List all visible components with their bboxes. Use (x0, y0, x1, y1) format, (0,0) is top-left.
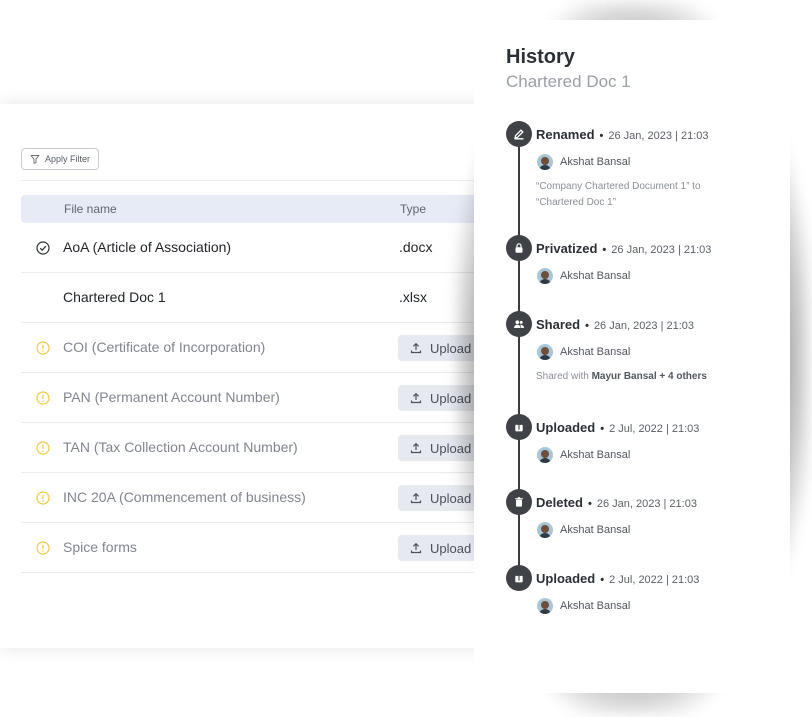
filter-icon (30, 155, 40, 164)
file-name: COI (Certificate of Incorporation) (63, 339, 266, 355)
pencil-icon (506, 121, 532, 147)
event-action: Uploaded (536, 571, 596, 586)
upload-icon (410, 392, 422, 404)
lock-icon (506, 235, 532, 261)
event-action: Renamed (536, 127, 595, 142)
event-user: Akshat Bansal (560, 524, 631, 536)
event-date: 26 Jan, 2023 | 21:03 (593, 320, 695, 332)
event-user: Akshat Bansal (560, 346, 631, 358)
avatar (537, 268, 553, 284)
event-user: Akshat Bansal (560, 449, 631, 461)
event-user: Akshat Bansal (560, 270, 631, 282)
table-row[interactable]: AoA (Article of Association) .docx (21, 223, 490, 273)
warning-icon (36, 341, 50, 355)
upload-icon (410, 442, 422, 454)
file-name[interactable]: Chartered Doc 1 (63, 289, 166, 305)
history-panel: History Chartered Doc 1 Renamed • 26 Jan, … (474, 20, 790, 693)
file-name: Spice forms (63, 539, 137, 555)
table-row[interactable]: TAN (Tax Collection Account Number) Uplo… (21, 423, 490, 473)
table-header: File name Type (21, 195, 490, 223)
event-date: 26 Jan, 2023 | 21:03 (596, 498, 697, 510)
event-note: “Company Chartered Document 1” to “Chart… (536, 181, 701, 208)
event-note-prefix: Shared with (536, 371, 592, 382)
event-action: Shared (536, 317, 581, 332)
event-action: Deleted (536, 495, 583, 510)
file-name: INC 20A (Commencement of business) (63, 489, 306, 505)
table-row[interactable]: INC 20A (Commencement of business) Uploa… (21, 473, 490, 523)
file-name: TAN (Tax Collection Account Number) (63, 439, 298, 455)
upload-icon (410, 542, 422, 554)
upload-icon (506, 565, 532, 591)
upload-icon (410, 492, 422, 504)
table-row[interactable]: Chartered Doc 1 .xlsx (21, 273, 490, 323)
avatar (537, 154, 553, 170)
event-note: Shared with Mayur Bansal + 4 others (536, 369, 736, 385)
event-date: 26 Jan, 2023 | 21:03 (608, 130, 709, 142)
warning-icon (36, 491, 50, 505)
warning-icon (36, 391, 50, 405)
event-note-recipients[interactable]: Mayur Bansal + 4 others (592, 371, 707, 382)
file-type: .docx (399, 239, 433, 255)
file-name[interactable]: AoA (Article of Association) (63, 239, 231, 255)
file-type: .xlsx (399, 289, 427, 305)
timeline-line (518, 136, 520, 584)
table-row[interactable]: Spice forms Upload (21, 523, 490, 573)
apply-filter-button[interactable]: Apply Filter (21, 148, 100, 170)
warning-icon (36, 541, 50, 555)
table-row[interactable]: COI (Certificate of Incorporation) Uploa… (21, 323, 490, 373)
event-action: Uploaded (536, 420, 596, 435)
event-date: 2 Jul, 2022 | 21:03 (609, 574, 700, 586)
avatar (537, 598, 553, 614)
check-circle-icon (36, 241, 50, 255)
event-date: 2 Jul, 2022 | 21:03 (609, 423, 700, 435)
upload-icon (506, 414, 532, 440)
apply-filter-label: Apply Filter (45, 154, 91, 164)
avatar (537, 522, 553, 538)
event-user: Akshat Bansal (560, 156, 631, 168)
column-header-file-name: File name (64, 202, 117, 216)
people-icon (506, 311, 532, 337)
divider (21, 180, 490, 181)
table-row[interactable]: PAN (Permanent Account Number) Upload (21, 373, 490, 423)
upload-icon (410, 342, 422, 354)
warning-icon (36, 441, 50, 455)
event-user: Akshat Bansal (560, 600, 631, 612)
avatar (537, 344, 553, 360)
column-header-type: Type (400, 202, 427, 216)
avatar (537, 447, 553, 463)
file-name: PAN (Permanent Account Number) (63, 389, 280, 405)
file-panel: Apply Filter File name Type AoA (Article… (0, 104, 490, 648)
history-subtitle: Chartered Doc 1 (506, 72, 631, 91)
history-title: History (506, 46, 575, 68)
event-date: 26 Jan, 2023 | 21:03 (611, 244, 712, 256)
trash-icon (506, 489, 532, 515)
event-action: Privatized (536, 241, 598, 256)
